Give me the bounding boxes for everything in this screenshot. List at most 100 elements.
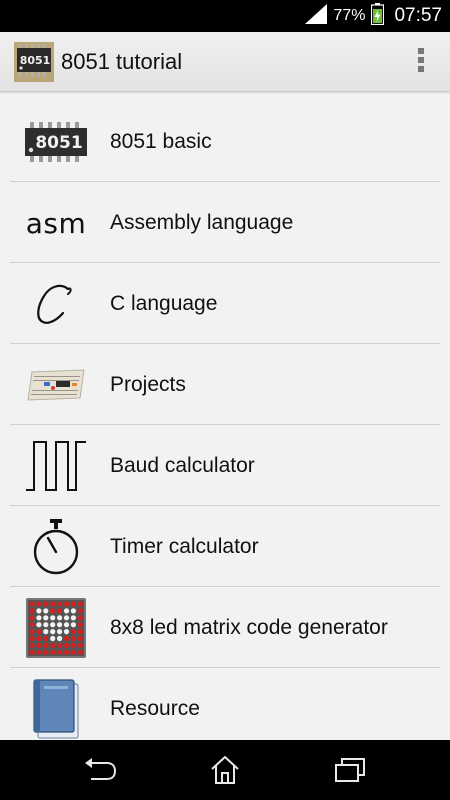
led-dot (77, 635, 83, 642)
led-dot (70, 622, 76, 628)
app-chip-icon[interactable]: 8051 (14, 42, 54, 87)
led-dot (57, 649, 63, 655)
led-dot (50, 642, 56, 648)
led-dot (50, 622, 56, 628)
led-dot (43, 642, 49, 648)
led-dot (63, 622, 70, 628)
led-dot (77, 649, 83, 655)
led-dot (29, 635, 35, 642)
breadboard-icon (20, 354, 92, 416)
battery-percent: 77% (333, 7, 366, 24)
led-dot (70, 629, 76, 635)
led-dot (29, 629, 35, 635)
app-title: 8051 tutorial (61, 49, 183, 74)
led-dot (36, 601, 42, 607)
led-dot (43, 615, 49, 621)
led-dot (43, 622, 49, 628)
asm-icon-text: asm (25, 206, 87, 240)
menu-item-c-language[interactable]: C language (0, 263, 450, 344)
led-dot (36, 615, 42, 621)
led-dot (43, 649, 49, 655)
led-matrix-icon (20, 597, 92, 659)
led-dot (77, 622, 83, 628)
led-dot (43, 608, 49, 614)
led-dot (29, 608, 35, 614)
led-dot (50, 629, 56, 635)
led-dot (57, 635, 63, 642)
led-dot (63, 601, 70, 607)
led-dot (29, 642, 35, 648)
led-dot (36, 642, 42, 648)
led-dot (57, 622, 63, 628)
led-dot (50, 649, 56, 655)
led-dot (70, 601, 76, 607)
led-dot (50, 635, 56, 642)
menu-list: 8051 8051 basic asm Assembly language C … (0, 101, 450, 740)
menu-item-label: Projects (110, 373, 186, 396)
led-dot (57, 601, 63, 607)
recents-icon[interactable] (325, 752, 375, 788)
led-dot (77, 615, 83, 621)
led-dot (50, 608, 56, 614)
led-dot (29, 601, 35, 607)
battery-charging-icon (371, 2, 385, 30)
led-dot (70, 649, 76, 655)
menu-item-baud-calculator[interactable]: Baud calculator (0, 425, 450, 506)
menu-item-label: Timer calculator (110, 535, 259, 558)
chip-8051-icon: 8051 (20, 111, 92, 173)
book-icon (20, 678, 92, 740)
menu-item-label: 8x8 led matrix code generator (110, 616, 388, 639)
led-dot (77, 629, 83, 635)
led-dot (57, 608, 63, 614)
led-dot (77, 642, 83, 648)
led-dot (70, 635, 76, 642)
led-dot (36, 649, 42, 655)
menu-item-label: Baud calculator (110, 454, 255, 477)
led-dot (70, 608, 76, 614)
menu-item-led-matrix-generator[interactable]: 8x8 led matrix code generator (0, 587, 450, 668)
stopwatch-icon (20, 516, 92, 578)
menu-item-assembly-language[interactable]: asm Assembly language (0, 182, 450, 263)
signal-icon (305, 3, 328, 29)
led-dot (36, 608, 42, 614)
led-dot (36, 635, 42, 642)
led-dot (63, 635, 70, 642)
menu-item-resource[interactable]: Resource (0, 668, 450, 740)
clock: 07:57 (394, 5, 442, 26)
led-dot (29, 615, 35, 621)
status-bar: 77% 07:57 (0, 0, 450, 32)
led-dot (36, 622, 42, 628)
menu-item-label: Resource (110, 697, 200, 720)
led-dot (43, 601, 49, 607)
led-dot (63, 642, 70, 648)
led-dot (63, 615, 70, 621)
menu-item-label: C language (110, 292, 218, 315)
led-dot (43, 635, 49, 642)
menu-item-timer-calculator[interactable]: Timer calculator (0, 506, 450, 587)
chip-label: 8051 (35, 133, 82, 153)
led-dot (63, 629, 70, 635)
asm-text-icon: asm (20, 192, 92, 254)
menu-item-projects[interactable]: Projects (0, 344, 450, 425)
menu-item-8051-basic[interactable]: 8051 8051 basic (0, 101, 450, 182)
app-chip-label: 8051 (20, 54, 51, 67)
more-vert-icon[interactable] (412, 48, 430, 78)
menu-item-label: Assembly language (110, 211, 294, 234)
square-wave-icon (20, 435, 92, 497)
led-dot (63, 649, 70, 655)
back-icon[interactable] (75, 752, 125, 788)
led-dot (57, 615, 63, 621)
led-dot (50, 615, 56, 621)
led-dot (29, 622, 35, 628)
led-dot (50, 601, 56, 607)
led-dot (70, 642, 76, 648)
led-dot (63, 608, 70, 614)
led-dot (77, 601, 83, 607)
led-dot (29, 649, 35, 655)
led-dot (43, 629, 49, 635)
navigation-bar (0, 740, 450, 800)
menu-item-label: 8051 basic (110, 130, 212, 153)
home-icon[interactable] (200, 752, 250, 788)
led-dot (57, 629, 63, 635)
script-c-icon (20, 273, 92, 335)
